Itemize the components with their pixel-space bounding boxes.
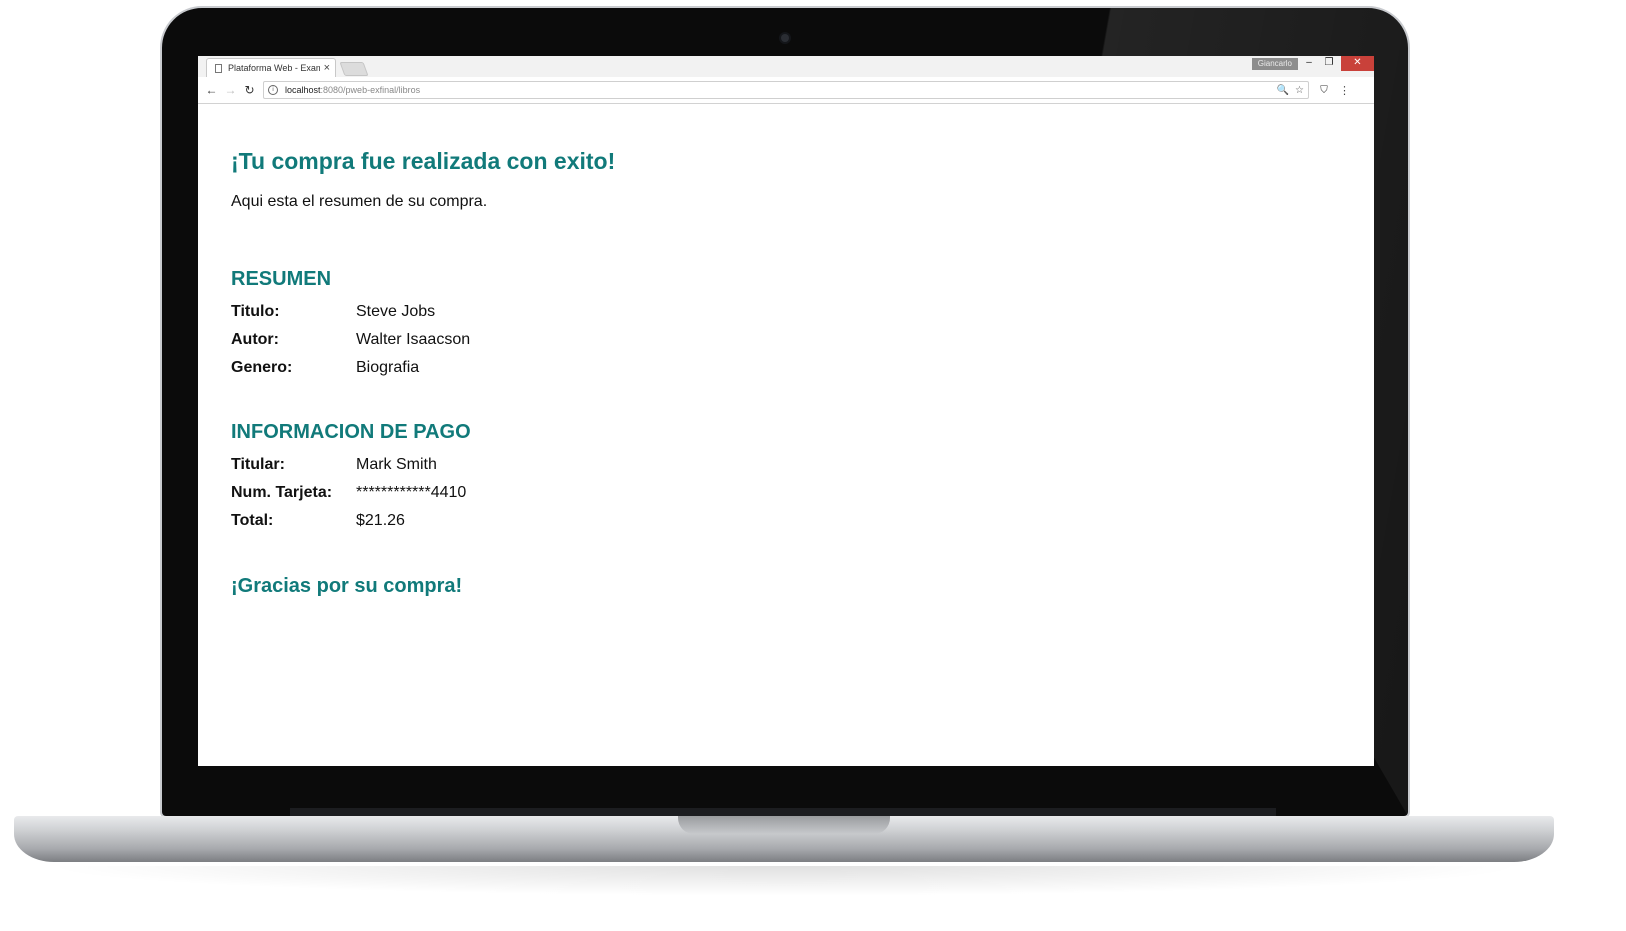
tab-close-icon[interactable]: × <box>324 62 330 74</box>
row-value: ************4410 <box>356 484 467 501</box>
forward-icon[interactable]: → <box>221 83 240 97</box>
row-label: Titulo: <box>231 303 280 320</box>
url-host: localhost <box>285 85 321 95</box>
payment-title: INFORMACION DE PAGO <box>231 421 471 443</box>
reload-icon[interactable]: ↻ <box>240 83 259 97</box>
page-title: ¡Tu compra fue realizada con exito! <box>231 148 616 174</box>
menu-icon[interactable]: ⋮ <box>1339 84 1350 97</box>
tab-title: Plataforma Web - Exame <box>228 63 320 73</box>
row-value: Mark Smith <box>356 456 437 473</box>
restore-button[interactable]: ❐ <box>1316 56 1342 71</box>
payment-row-tarjeta: Num. Tarjeta: ************4410 <box>231 479 1331 507</box>
summary-row-genero: Genero: Biografia <box>231 354 1331 382</box>
page-icon <box>215 63 222 73</box>
row-label: Titular: <box>231 456 285 473</box>
payment-list: Titular: Mark Smith Num. Tarjeta: ******… <box>231 451 1331 535</box>
tab-active[interactable]: Plataforma Web - Exame × <box>206 58 336 77</box>
row-label: Autor: <box>231 331 279 348</box>
row-label: Total: <box>231 512 274 529</box>
row-label: Num. Tarjeta: <box>231 484 333 501</box>
bookmark-star-icon[interactable]: ☆ <box>1295 85 1304 96</box>
close-window-button[interactable]: ✕ <box>1341 56 1374 71</box>
payment-row-total: Total: $21.26 <box>231 507 1331 535</box>
row-label: Genero: <box>231 359 293 376</box>
camera-icon <box>781 34 789 42</box>
browser-window: Plataforma Web - Exame × Giancarlo – ❐ ✕… <box>198 56 1374 766</box>
intro-text: Aqui esta el resumen de su compra. <box>231 193 488 210</box>
summary-row-autor: Autor: Walter Isaacson <box>231 326 1331 354</box>
laptop-notch <box>678 816 890 834</box>
zoom-icon[interactable]: 🔍 <box>1277 85 1289 96</box>
thanks-message: ¡Gracias por su compra! <box>231 575 463 597</box>
summary-title: RESUMEN <box>231 268 332 290</box>
row-value: Biografia <box>356 359 420 376</box>
laptop-shadow <box>40 866 1530 896</box>
page-content: ¡Tu compra fue realizada con exito! Aqui… <box>231 103 1331 597</box>
profile-badge[interactable]: Giancarlo <box>1251 58 1298 70</box>
address-bar[interactable]: i localhost:8080/pweb-exfinal/libros 🔍 ☆ <box>263 81 1309 99</box>
browser-toolbar: ← → ↻ i localhost:8080/pweb-exfinal/libr… <box>198 77 1374 104</box>
pocket-extension-icon[interactable]: ⛉ <box>1317 85 1331 96</box>
tab-bar: Plataforma Web - Exame × Giancarlo – ❐ ✕ <box>198 56 1374 77</box>
summary-row-titulo: Titulo: Steve Jobs <box>231 298 1331 326</box>
new-tab-button[interactable] <box>339 62 369 76</box>
row-value: $21.26 <box>356 512 405 529</box>
row-value: Walter Isaacson <box>356 331 471 348</box>
url-path: :8080/pweb-exfinal/libros <box>320 85 421 95</box>
summary-list: Titulo: Steve Jobs Autor: Walter Isaacso… <box>231 298 1331 382</box>
row-value: Steve Jobs <box>356 303 436 320</box>
back-icon[interactable]: ← <box>202 83 221 97</box>
info-icon[interactable]: i <box>268 85 278 95</box>
payment-row-titular: Titular: Mark Smith <box>231 451 1331 479</box>
